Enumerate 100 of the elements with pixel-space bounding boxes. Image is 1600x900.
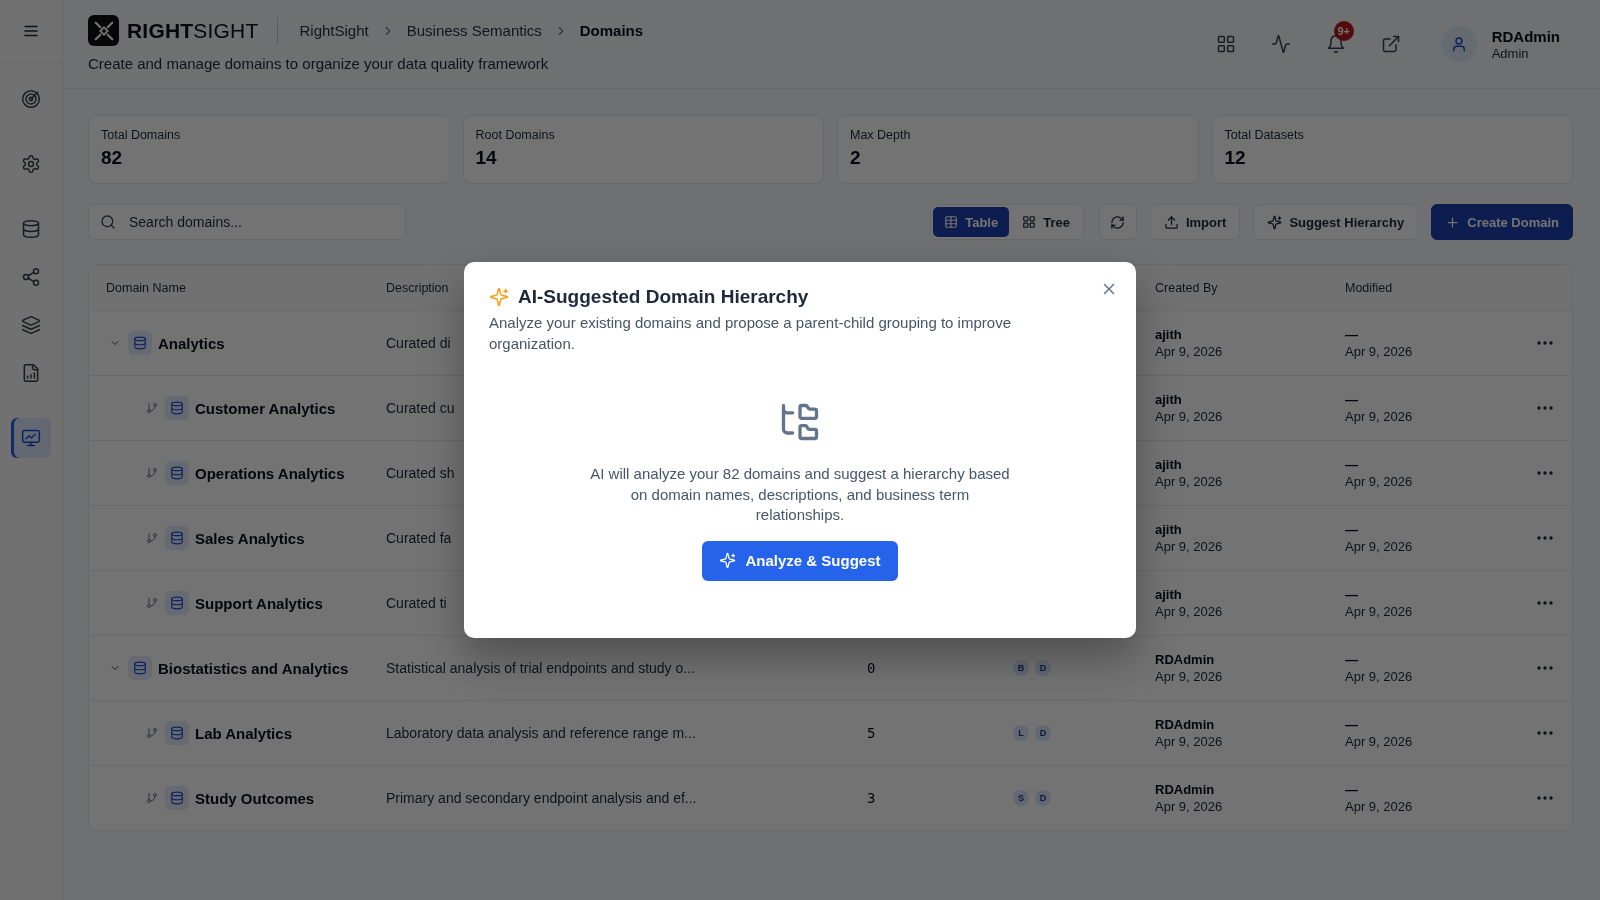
domain-description: Curated cu — [386, 400, 455, 416]
initial-badge: L — [1013, 725, 1029, 741]
search-icon — [100, 214, 116, 230]
breadcrumb-link[interactable]: Domains — [579, 22, 644, 39]
modifier-name: — — [1345, 717, 1359, 732]
suggest-hierarchy-button[interactable]: Suggest Hierarchy — [1253, 204, 1419, 240]
domain-name: Study Outcomes — [195, 789, 315, 807]
created-date: Apr 9, 2026 — [1155, 474, 1224, 489]
more-icon[interactable] — [1537, 536, 1553, 540]
external-link-icon[interactable] — [1380, 34, 1401, 54]
branch-icon — [146, 532, 158, 544]
domain-description: Laboratory data analysis and reference range m... — [386, 725, 696, 741]
dialog-title: AI-Suggested Domain Hierarchy — [518, 286, 809, 309]
creator-name: RDAdmin — [1155, 717, 1216, 732]
user-role: Admin — [1491, 45, 1530, 61]
more-icon[interactable] — [1537, 406, 1553, 410]
database-icon — [165, 526, 189, 550]
stat-label: Total Datasets — [1224, 128, 1305, 142]
created-date: Apr 9, 2026 — [1155, 344, 1224, 359]
gear-icon — [21, 154, 41, 174]
breadcrumb-link[interactable]: Business Semantics — [406, 22, 542, 39]
sparkle-icon — [719, 552, 737, 570]
creator-name: ajith — [1155, 457, 1183, 472]
created-date: Apr 9, 2026 — [1155, 799, 1224, 814]
sidebar-nav-item[interactable] — [11, 418, 51, 458]
import-button[interactable]: Import — [1149, 204, 1241, 240]
layers-icon — [21, 315, 41, 335]
branch-icon — [146, 402, 158, 414]
modified-date: Apr 9, 2026 — [1345, 539, 1414, 554]
file-chart-icon — [21, 363, 41, 383]
modifier-name: — — [1345, 652, 1359, 667]
brand-name: RIGHTSIGHT — [127, 18, 259, 43]
modifier-name: — — [1345, 327, 1359, 342]
table-cell: 3 — [867, 790, 876, 806]
view-tab[interactable]: Table — [933, 207, 1010, 237]
search-field[interactable]: Search domains... — [88, 204, 406, 240]
sparkle-icon — [489, 287, 509, 308]
domain-description: Curated fa — [386, 530, 452, 546]
breadcrumb-link[interactable]: RightSight — [299, 22, 369, 39]
stat-value: 82 — [101, 147, 124, 169]
more-icon[interactable] — [1537, 601, 1553, 605]
modifier-name: — — [1345, 587, 1359, 602]
database-icon — [165, 721, 189, 745]
database-icon — [165, 591, 189, 615]
view-tab[interactable]: Tree — [1011, 207, 1081, 237]
creator-name: RDAdmin — [1155, 782, 1216, 797]
created-date: Apr 9, 2026 — [1155, 409, 1224, 424]
domain-name: Lab Analytics — [195, 724, 292, 742]
modifier-name: — — [1345, 392, 1359, 407]
create-domain-button[interactable]: Create Domain — [1431, 204, 1573, 240]
dialog-description: Analyze your existing domains and propose a parent-child grouping to improve organization. — [489, 313, 1012, 355]
domain-name: Support Analytics — [195, 594, 323, 612]
modified-date: Apr 9, 2026 — [1345, 734, 1414, 749]
stat-value: 14 — [475, 147, 498, 169]
domain-description: Curated di — [386, 335, 451, 351]
bell-icon[interactable] — [1325, 34, 1346, 54]
stat-value: 2 — [850, 147, 862, 169]
analyze-button[interactable]: Analyze & Suggest — [702, 540, 898, 581]
monitor-chart-icon — [21, 428, 41, 448]
database-icon — [128, 331, 152, 355]
stat-label: Total Domains — [101, 128, 182, 142]
column-header: Description — [386, 280, 449, 295]
apps-grid-icon[interactable] — [1215, 34, 1236, 54]
table-cell: 5 — [867, 725, 876, 741]
column-header: Created By — [1155, 280, 1218, 295]
more-icon[interactable] — [1537, 731, 1553, 735]
nodes-icon — [21, 267, 41, 287]
table-cell: 0 — [867, 660, 876, 676]
more-icon[interactable] — [1537, 666, 1553, 670]
creator-name: ajith — [1155, 587, 1183, 602]
database-icon — [165, 396, 189, 420]
modified-date: Apr 9, 2026 — [1345, 604, 1414, 619]
domain-description: Primary and secondary endpoint analysis and ef... — [386, 790, 697, 806]
refresh-icon — [1110, 214, 1126, 230]
more-icon[interactable] — [1537, 471, 1553, 475]
branch-icon — [146, 597, 158, 609]
domain-description: Statistical analysis of trial endpoints and study o... — [386, 660, 695, 676]
branch-icon — [146, 727, 158, 739]
plus-icon — [1445, 214, 1461, 230]
more-icon[interactable] — [1537, 341, 1553, 345]
creator-name: RDAdmin — [1155, 652, 1216, 667]
creator-name: ajith — [1155, 327, 1183, 342]
modifier-name: — — [1345, 522, 1359, 537]
database-icon — [165, 461, 189, 485]
activity-icon[interactable] — [1270, 34, 1291, 54]
avatar-icon[interactable] — [1440, 26, 1477, 62]
more-icon[interactable] — [1537, 796, 1553, 800]
initial-badge: D — [1035, 790, 1051, 806]
dialog-message: AI will analyze your 82 domains and suggest a hierarchy based on domain names, descriptions, and business term relationships. — [589, 464, 1011, 526]
modified-date: Apr 9, 2026 — [1345, 669, 1414, 684]
column-header: Modified — [1345, 280, 1393, 295]
domain-name: Sales Analytics — [195, 529, 305, 547]
created-date: Apr 9, 2026 — [1155, 669, 1224, 684]
database-icon — [21, 219, 41, 239]
initial-badge: S — [1013, 790, 1029, 806]
modified-date: Apr 9, 2026 — [1345, 344, 1414, 359]
notification-badge: 9+ — [1333, 21, 1354, 41]
refresh-button[interactable] — [1098, 204, 1137, 240]
domain-description: Curated ti — [386, 595, 447, 611]
table-icon — [944, 215, 959, 229]
